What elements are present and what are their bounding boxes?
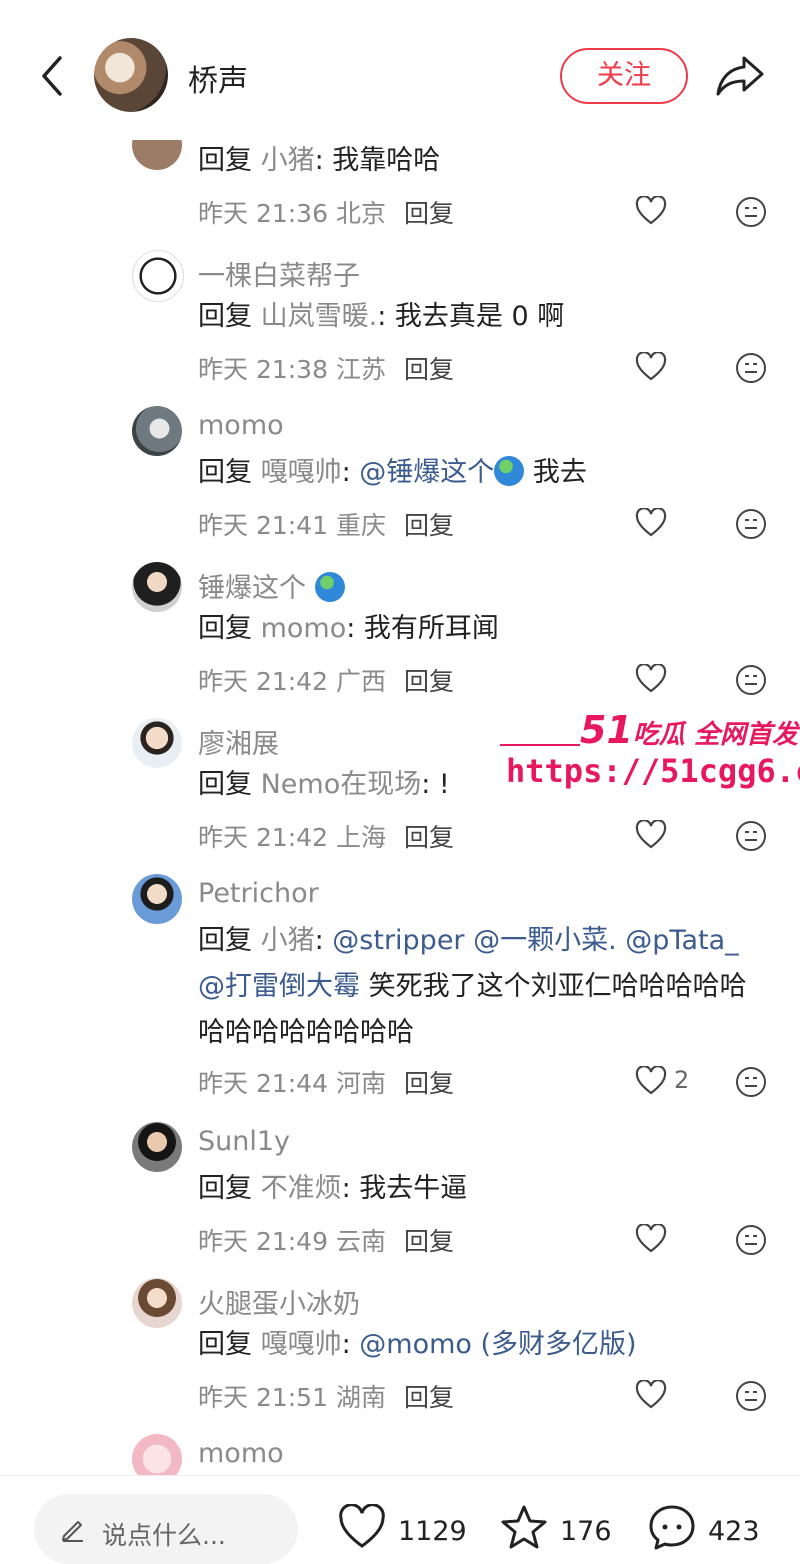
like-heart-icon[interactable] <box>635 664 667 694</box>
reply-button[interactable]: 回复 <box>404 1227 454 1256</box>
reply-button[interactable]: 回复 <box>404 199 454 228</box>
globe-emoji-icon <box>314 572 345 602</box>
commenter-avatar[interactable] <box>132 1434 182 1475</box>
comment-text[interactable]: 回复 momo: 我有所耳闻 <box>198 606 758 652</box>
comment-location: 湖南 <box>335 1383 386 1412</box>
author-name[interactable]: 桥声 <box>188 56 248 100</box>
comment-location: 重庆 <box>335 511 386 540</box>
pencil-icon <box>62 1521 83 1542</box>
comment-meta: 昨天 21:41 重庆 回复 <box>198 506 454 542</box>
comment-time: 昨天 21:51 <box>198 1383 328 1412</box>
commenter-avatar[interactable] <box>132 718 182 768</box>
comment-meta: 昨天 21:42 广西 回复 <box>198 662 454 698</box>
comment-text[interactable]: 回复 嘎嘎帅: @锤爆这个 我去 <box>198 450 758 496</box>
emoji-reaction-icon[interactable] <box>735 196 767 228</box>
comment-bubble-icon[interactable] <box>648 1504 696 1550</box>
comment-meta: 昨天 21:49 云南 回复 <box>198 1222 454 1258</box>
bottom-action-bar: 说点什么... 1129 176 423 <box>0 1475 800 1564</box>
input-placeholder[interactable]: 说点什么... <box>102 1516 226 1552</box>
comment-text[interactable]: 回复 小猪: @stripper @一颗小菜. @pTata_ @打雷倒大霉 笑… <box>198 918 758 1056</box>
like-count: 2 <box>674 1066 690 1094</box>
comment-location: 广西 <box>335 667 386 696</box>
comment-time: 昨天 21:42 <box>198 667 328 696</box>
emoji-reaction-icon[interactable] <box>735 664 767 696</box>
comment-time: 昨天 21:41 <box>198 511 328 540</box>
comment-time: 昨天 21:42 <box>198 823 328 852</box>
comment-location: 江苏 <box>335 355 386 384</box>
reply-button[interactable]: 回复 <box>404 511 454 540</box>
watermark-brand: 51吃瓜 全网首发 <box>580 708 798 752</box>
emoji-reaction-icon[interactable] <box>735 508 767 540</box>
commenter-avatar[interactable] <box>132 1278 182 1328</box>
star-collect-icon[interactable] <box>500 1504 548 1550</box>
comment-location: 北京 <box>335 199 386 228</box>
commenter-name[interactable]: 锤爆这个 <box>198 566 345 605</box>
reply-button[interactable]: 回复 <box>404 667 454 696</box>
reply-button[interactable]: 回复 <box>404 1069 454 1098</box>
emoji-reaction-icon[interactable] <box>735 352 767 384</box>
comment-time: 昨天 21:49 <box>198 1227 328 1256</box>
commenter-name[interactable]: 一棵白菜帮子 <box>198 254 360 293</box>
commenter-avatar[interactable] <box>132 1122 182 1172</box>
comment-meta: 昨天 21:36 北京 回复 <box>198 194 454 230</box>
commenter-name[interactable]: 廖湘展 <box>198 722 279 761</box>
comment-meta: 昨天 21:38 江苏 回复 <box>198 350 454 386</box>
like-count: 1129 <box>398 1516 467 1547</box>
commenter-name[interactable]: momo <box>198 1438 284 1469</box>
mention-link[interactable]: @锤爆这个 <box>351 457 494 488</box>
comment-meta: 昨天 21:42 上海 回复 <box>198 818 454 854</box>
comment-text[interactable]: 回复 嘎嘎帅: @momo (多财多亿版) <box>198 1322 758 1368</box>
comment-time: 昨天 21:36 <box>198 199 328 228</box>
comment-text[interactable]: 回复 小猪: 我靠哈哈 <box>198 138 758 184</box>
comment-location: 云南 <box>335 1227 386 1256</box>
globe-emoji-icon <box>494 456 525 486</box>
comment-text[interactable]: 回复 山岚雪暖.: 我去真是 0 啊 <box>198 294 758 340</box>
like-heart-icon[interactable] <box>635 820 667 850</box>
comment-location: 上海 <box>335 823 386 852</box>
like-heart-icon[interactable] <box>635 1066 667 1096</box>
reply-button[interactable]: 回复 <box>404 355 454 384</box>
reply-button[interactable]: 回复 <box>404 823 454 852</box>
commenter-name[interactable]: momo <box>198 410 284 441</box>
star-count: 176 <box>560 1516 612 1547</box>
comment-time: 昨天 21:44 <box>198 1069 328 1098</box>
comment-location: 河南 <box>335 1069 386 1098</box>
comment-list[interactable]: 回复 小猪: 我靠哈哈 昨天 21:36 北京 回复 一棵白菜帮子 回复 山岚雪暖… <box>0 0 800 1475</box>
commenter-avatar[interactable] <box>132 250 184 302</box>
top-header: 桥声 关注 <box>0 0 800 140</box>
watermark-url: https://51cgg6.com <box>506 752 800 790</box>
commenter-avatar[interactable] <box>132 874 182 924</box>
emoji-reaction-icon[interactable] <box>735 1380 767 1412</box>
reply-button[interactable]: 回复 <box>404 1383 454 1412</box>
share-arrow-icon[interactable] <box>714 52 766 100</box>
like-heart-icon[interactable] <box>338 1504 386 1550</box>
author-avatar[interactable] <box>94 38 168 112</box>
emoji-reaction-icon[interactable] <box>735 1224 767 1256</box>
comment-time: 昨天 21:38 <box>198 355 328 384</box>
like-heart-icon[interactable] <box>635 196 667 226</box>
like-heart-icon[interactable] <box>635 352 667 382</box>
emoji-reaction-icon[interactable] <box>735 1066 767 1098</box>
like-heart-icon[interactable] <box>635 1380 667 1410</box>
emoji-reaction-icon[interactable] <box>735 820 767 852</box>
commenter-avatar[interactable] <box>132 562 182 612</box>
follow-button[interactable]: 关注 <box>560 48 688 104</box>
back-chevron-icon[interactable] <box>34 52 74 100</box>
commenter-avatar[interactable] <box>132 406 182 456</box>
like-heart-icon[interactable] <box>635 1224 667 1254</box>
like-heart-icon[interactable] <box>635 508 667 538</box>
commenter-name[interactable]: Sunl1y <box>198 1126 290 1157</box>
comment-meta: 昨天 21:51 湖南 回复 <box>198 1378 454 1414</box>
mention-link[interactable]: @momo <box>351 1329 472 1360</box>
comment-count: 423 <box>708 1516 760 1547</box>
commenter-name[interactable]: Petrichor <box>198 878 319 909</box>
comment-text[interactable]: 回复 不准烦: 我去牛逼 <box>198 1166 758 1212</box>
commenter-name[interactable]: 火腿蛋小冰奶 <box>198 1282 360 1321</box>
watermark-divider <box>500 744 580 746</box>
comment-meta: 昨天 21:44 河南 回复 <box>198 1064 454 1100</box>
